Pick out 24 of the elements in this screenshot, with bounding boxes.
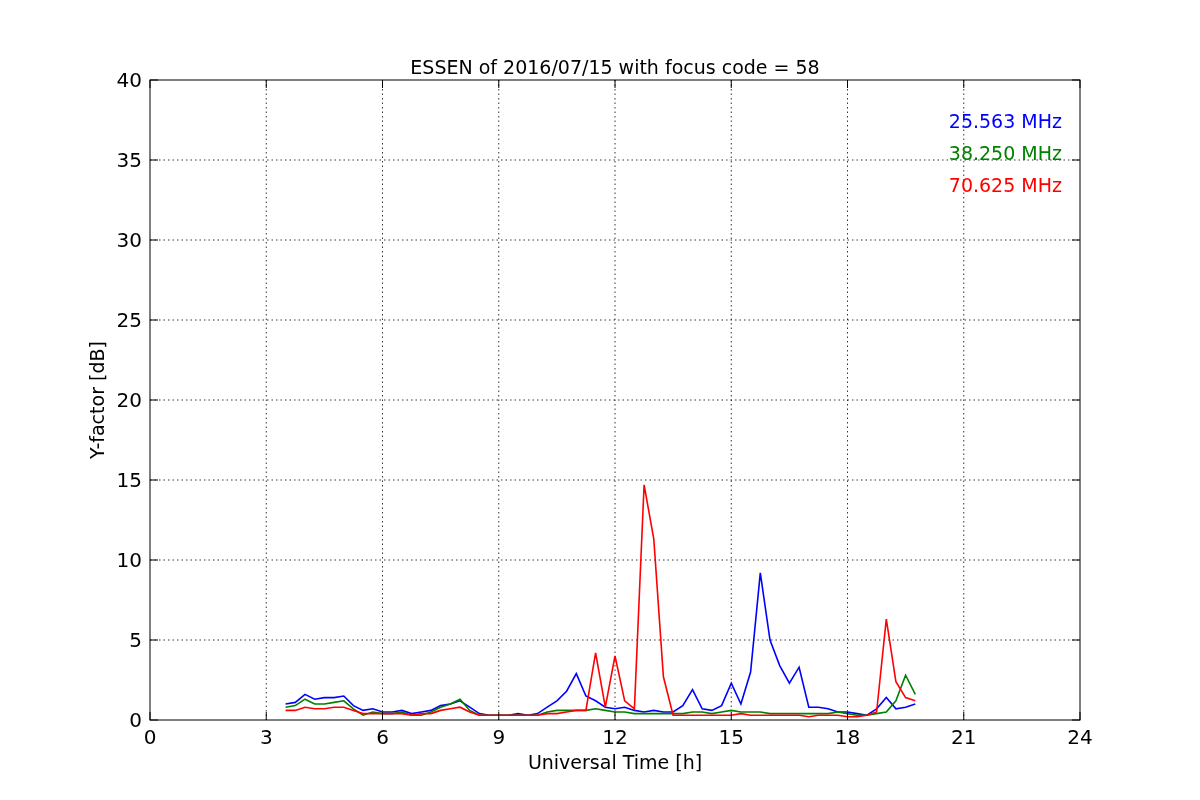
tick-label: 0 (143, 725, 157, 749)
tick-label: 40 (116, 68, 142, 92)
tick-label: 21 (951, 725, 977, 749)
tick-label: 20 (116, 388, 142, 412)
tick-label: 3 (259, 725, 273, 749)
tick-label: 15 (718, 725, 744, 749)
legend-label: 25.563 MHz (948, 110, 1062, 132)
tick-label: 10 (116, 548, 142, 572)
tick-label: 24 (1067, 725, 1093, 749)
tick-label: 12 (602, 725, 628, 749)
tick-label: 9 (492, 725, 506, 749)
tick-label: 35 (116, 148, 142, 172)
chart-title: ESSEN of 2016/07/15 with focus code = 58 (410, 56, 820, 78)
legend-label: 70.625 MHz (948, 174, 1062, 196)
tick-label: 25 (116, 308, 142, 332)
tick-label: 18 (834, 725, 861, 749)
tick-label: 6 (376, 725, 389, 749)
tick-label: 0 (129, 708, 142, 732)
y-axis-label: Y-factor [dB] (86, 341, 108, 459)
legend-label: 38.250 MHz (948, 142, 1062, 164)
tick-label: 15 (116, 468, 142, 492)
tick-label: 5 (129, 628, 142, 652)
tick-label: 30 (116, 228, 142, 252)
x-axis-label: Universal Time [h] (527, 751, 703, 773)
